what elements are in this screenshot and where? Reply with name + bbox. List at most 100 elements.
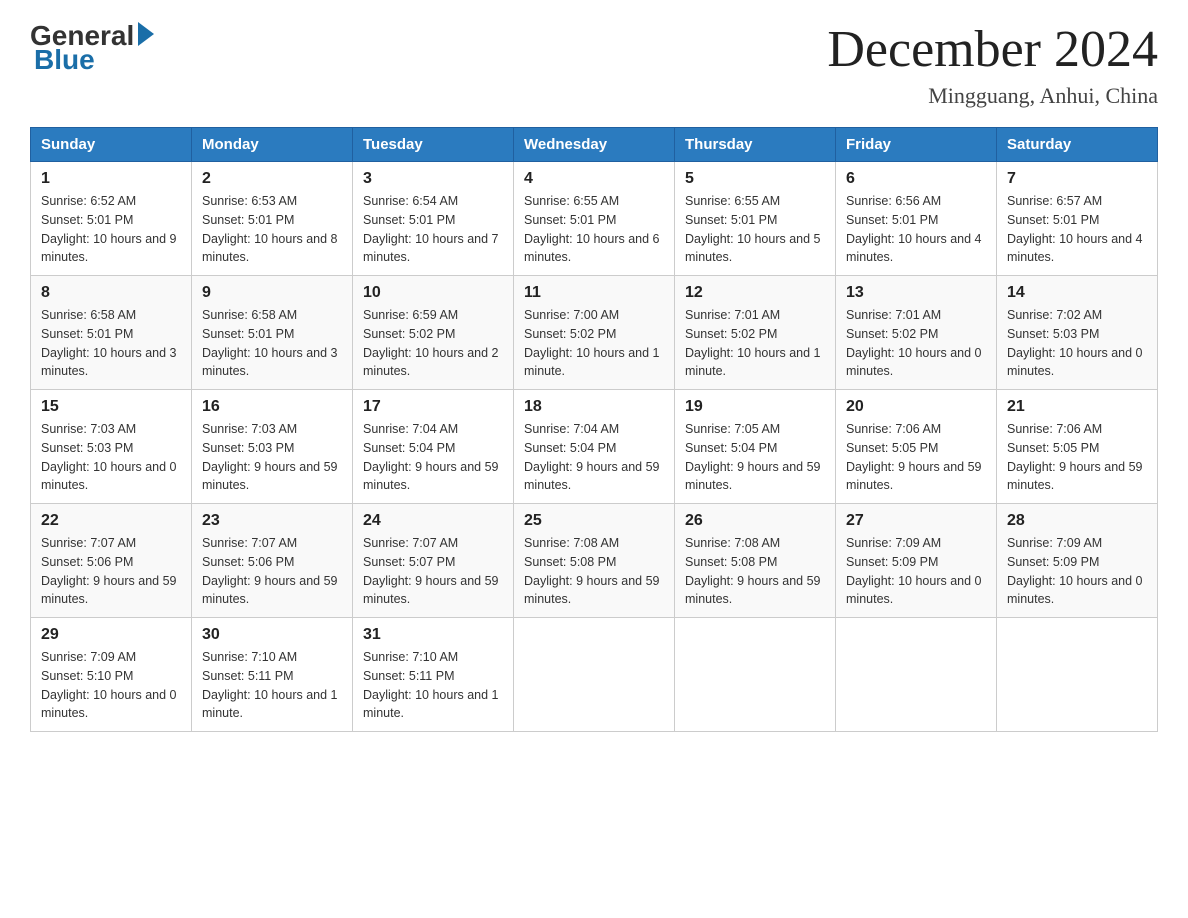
table-row: 1 Sunrise: 6:52 AM Sunset: 5:01 PM Dayli… <box>31 162 192 276</box>
col-wednesday: Wednesday <box>514 128 675 162</box>
day-number: 14 <box>1007 284 1147 302</box>
sunrise-label: Sunrise: 7:07 AM <box>363 536 458 550</box>
day-info: Sunrise: 7:03 AM Sunset: 5:03 PM Dayligh… <box>41 420 181 495</box>
sunset-label: Sunset: 5:01 PM <box>685 213 777 227</box>
sunset-label: Sunset: 5:01 PM <box>1007 213 1099 227</box>
day-number: 22 <box>41 512 181 530</box>
daylight-label: Daylight: 10 hours and 1 minute. <box>685 346 821 379</box>
sunrise-label: Sunrise: 7:09 AM <box>1007 536 1102 550</box>
day-info: Sunrise: 6:59 AM Sunset: 5:02 PM Dayligh… <box>363 306 503 381</box>
day-info: Sunrise: 6:53 AM Sunset: 5:01 PM Dayligh… <box>202 192 342 267</box>
table-row: 12 Sunrise: 7:01 AM Sunset: 5:02 PM Dayl… <box>675 276 836 390</box>
sunrise-label: Sunrise: 7:01 AM <box>685 308 780 322</box>
sunset-label: Sunset: 5:07 PM <box>363 555 455 569</box>
daylight-label: Daylight: 10 hours and 3 minutes. <box>41 346 177 379</box>
daylight-label: Daylight: 10 hours and 6 minutes. <box>524 232 660 265</box>
sunset-label: Sunset: 5:02 PM <box>363 327 455 341</box>
logo-blue-text: Blue <box>34 44 95 76</box>
table-row: 3 Sunrise: 6:54 AM Sunset: 5:01 PM Dayli… <box>353 162 514 276</box>
sunset-label: Sunset: 5:03 PM <box>41 441 133 455</box>
sunset-label: Sunset: 5:05 PM <box>846 441 938 455</box>
daylight-label: Daylight: 9 hours and 59 minutes. <box>524 574 660 607</box>
daylight-label: Daylight: 10 hours and 0 minutes. <box>1007 346 1143 379</box>
table-row: 28 Sunrise: 7:09 AM Sunset: 5:09 PM Dayl… <box>997 504 1158 618</box>
sunrise-label: Sunrise: 7:06 AM <box>846 422 941 436</box>
location-subtitle: Mingguang, Anhui, China <box>827 83 1158 109</box>
sunset-label: Sunset: 5:01 PM <box>202 213 294 227</box>
day-number: 6 <box>846 170 986 188</box>
table-row: 27 Sunrise: 7:09 AM Sunset: 5:09 PM Dayl… <box>836 504 997 618</box>
daylight-label: Daylight: 10 hours and 4 minutes. <box>1007 232 1143 265</box>
day-number: 9 <box>202 284 342 302</box>
title-block: December 2024 Mingguang, Anhui, China <box>827 20 1158 109</box>
day-info: Sunrise: 7:02 AM Sunset: 5:03 PM Dayligh… <box>1007 306 1147 381</box>
day-number: 31 <box>363 626 503 644</box>
day-number: 7 <box>1007 170 1147 188</box>
table-row <box>836 618 997 732</box>
col-tuesday: Tuesday <box>353 128 514 162</box>
day-number: 4 <box>524 170 664 188</box>
sunrise-label: Sunrise: 7:10 AM <box>363 650 458 664</box>
sunset-label: Sunset: 5:01 PM <box>41 213 133 227</box>
daylight-label: Daylight: 9 hours and 59 minutes. <box>363 574 499 607</box>
table-row: 4 Sunrise: 6:55 AM Sunset: 5:01 PM Dayli… <box>514 162 675 276</box>
table-row <box>514 618 675 732</box>
daylight-label: Daylight: 9 hours and 59 minutes. <box>685 460 821 493</box>
day-number: 24 <box>363 512 503 530</box>
daylight-label: Daylight: 10 hours and 1 minute. <box>202 688 338 721</box>
day-number: 1 <box>41 170 181 188</box>
day-info: Sunrise: 6:58 AM Sunset: 5:01 PM Dayligh… <box>41 306 181 381</box>
daylight-label: Daylight: 10 hours and 8 minutes. <box>202 232 338 265</box>
table-row <box>675 618 836 732</box>
table-row: 25 Sunrise: 7:08 AM Sunset: 5:08 PM Dayl… <box>514 504 675 618</box>
table-row: 21 Sunrise: 7:06 AM Sunset: 5:05 PM Dayl… <box>997 390 1158 504</box>
day-number: 27 <box>846 512 986 530</box>
sunset-label: Sunset: 5:04 PM <box>685 441 777 455</box>
sunset-label: Sunset: 5:02 PM <box>685 327 777 341</box>
sunrise-label: Sunrise: 7:00 AM <box>524 308 619 322</box>
daylight-label: Daylight: 10 hours and 1 minute. <box>363 688 499 721</box>
daylight-label: Daylight: 9 hours and 59 minutes. <box>846 460 982 493</box>
table-row: 6 Sunrise: 6:56 AM Sunset: 5:01 PM Dayli… <box>836 162 997 276</box>
table-row: 15 Sunrise: 7:03 AM Sunset: 5:03 PM Dayl… <box>31 390 192 504</box>
sunset-label: Sunset: 5:08 PM <box>524 555 616 569</box>
day-number: 23 <box>202 512 342 530</box>
table-row: 26 Sunrise: 7:08 AM Sunset: 5:08 PM Dayl… <box>675 504 836 618</box>
day-info: Sunrise: 7:08 AM Sunset: 5:08 PM Dayligh… <box>524 534 664 609</box>
sunrise-label: Sunrise: 7:01 AM <box>846 308 941 322</box>
day-number: 8 <box>41 284 181 302</box>
day-info: Sunrise: 6:52 AM Sunset: 5:01 PM Dayligh… <box>41 192 181 267</box>
sunset-label: Sunset: 5:09 PM <box>846 555 938 569</box>
table-row <box>997 618 1158 732</box>
daylight-label: Daylight: 9 hours and 59 minutes. <box>202 460 338 493</box>
sunrise-label: Sunrise: 6:55 AM <box>685 194 780 208</box>
calendar-week-1: 1 Sunrise: 6:52 AM Sunset: 5:01 PM Dayli… <box>31 162 1158 276</box>
calendar-week-3: 15 Sunrise: 7:03 AM Sunset: 5:03 PM Dayl… <box>31 390 1158 504</box>
daylight-label: Daylight: 10 hours and 0 minutes. <box>41 688 177 721</box>
sunrise-label: Sunrise: 7:06 AM <box>1007 422 1102 436</box>
sunrise-label: Sunrise: 7:08 AM <box>524 536 619 550</box>
day-number: 2 <box>202 170 342 188</box>
daylight-label: Daylight: 9 hours and 59 minutes. <box>1007 460 1143 493</box>
sunset-label: Sunset: 5:10 PM <box>41 669 133 683</box>
daylight-label: Daylight: 10 hours and 0 minutes. <box>846 574 982 607</box>
day-number: 12 <box>685 284 825 302</box>
sunset-label: Sunset: 5:02 PM <box>524 327 616 341</box>
col-saturday: Saturday <box>997 128 1158 162</box>
daylight-label: Daylight: 10 hours and 0 minutes. <box>1007 574 1143 607</box>
table-row: 16 Sunrise: 7:03 AM Sunset: 5:03 PM Dayl… <box>192 390 353 504</box>
day-info: Sunrise: 7:04 AM Sunset: 5:04 PM Dayligh… <box>524 420 664 495</box>
sunset-label: Sunset: 5:02 PM <box>846 327 938 341</box>
sunrise-label: Sunrise: 6:53 AM <box>202 194 297 208</box>
day-number: 25 <box>524 512 664 530</box>
day-info: Sunrise: 6:56 AM Sunset: 5:01 PM Dayligh… <box>846 192 986 267</box>
daylight-label: Daylight: 10 hours and 2 minutes. <box>363 346 499 379</box>
day-number: 28 <box>1007 512 1147 530</box>
daylight-label: Daylight: 10 hours and 5 minutes. <box>685 232 821 265</box>
sunrise-label: Sunrise: 6:57 AM <box>1007 194 1102 208</box>
day-info: Sunrise: 6:54 AM Sunset: 5:01 PM Dayligh… <box>363 192 503 267</box>
day-number: 21 <box>1007 398 1147 416</box>
table-row: 14 Sunrise: 7:02 AM Sunset: 5:03 PM Dayl… <box>997 276 1158 390</box>
day-number: 10 <box>363 284 503 302</box>
daylight-label: Daylight: 9 hours and 59 minutes. <box>41 574 177 607</box>
